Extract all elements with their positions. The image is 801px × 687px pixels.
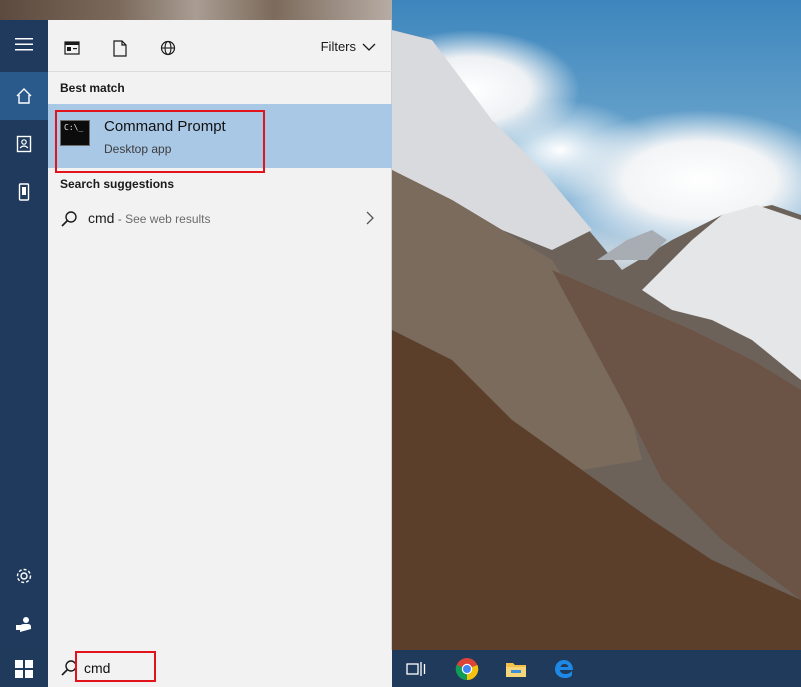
filters-dropdown[interactable]: Filters xyxy=(321,39,376,54)
chrome-taskbar-button[interactable] xyxy=(443,650,491,687)
chevron-right-icon xyxy=(366,211,374,225)
file-explorer-icon xyxy=(506,662,526,677)
task-view-button[interactable] xyxy=(392,650,440,687)
filters-label: Filters xyxy=(320,39,356,54)
devices-button[interactable] xyxy=(0,168,48,216)
search-input-highlight-box xyxy=(75,651,156,682)
settings-icon xyxy=(16,568,32,584)
web-icon xyxy=(160,40,176,56)
suggestion-text: cmd - See web results xyxy=(88,210,211,226)
suggestion-hint: - See web results xyxy=(114,212,211,226)
edge-taskbar-button[interactable] xyxy=(540,650,588,687)
hamburger-icon xyxy=(15,38,33,51)
best-match-heading: Best match xyxy=(60,81,125,95)
documents-filter-button[interactable] xyxy=(110,38,130,58)
windows-icon xyxy=(15,659,33,678)
suggestion-query: cmd xyxy=(88,210,115,226)
web-suggestion-item[interactable]: cmd - See web results xyxy=(48,203,392,233)
wallpaper-top-strip xyxy=(0,0,392,20)
notebook-icon xyxy=(16,135,32,153)
chevron-down-icon xyxy=(362,43,376,51)
start-button[interactable] xyxy=(0,650,48,687)
start-rail xyxy=(0,20,48,650)
file-explorer-taskbar-button[interactable] xyxy=(492,650,540,687)
apps-filter-button[interactable] xyxy=(62,38,82,58)
task-view-icon xyxy=(406,661,426,676)
mountain-scene xyxy=(392,0,801,650)
best-match-highlight-box xyxy=(55,110,265,173)
menu-button[interactable] xyxy=(0,20,48,68)
home-button[interactable] xyxy=(0,72,48,120)
web-filter-button[interactable] xyxy=(158,38,178,58)
feedback-icon xyxy=(16,617,31,632)
notebook-button[interactable] xyxy=(0,120,48,168)
edge-icon xyxy=(555,659,573,678)
device-icon xyxy=(18,183,30,201)
search-suggestions-heading: Search suggestions xyxy=(60,177,175,191)
home-icon xyxy=(16,88,32,104)
settings-button[interactable] xyxy=(0,552,48,600)
feedback-button[interactable] xyxy=(0,600,48,648)
apps-icon xyxy=(64,41,80,55)
panel-toolbar: Filters xyxy=(48,20,392,72)
search-icon xyxy=(61,211,77,227)
chrome-icon xyxy=(455,657,479,680)
documents-icon xyxy=(113,39,127,57)
